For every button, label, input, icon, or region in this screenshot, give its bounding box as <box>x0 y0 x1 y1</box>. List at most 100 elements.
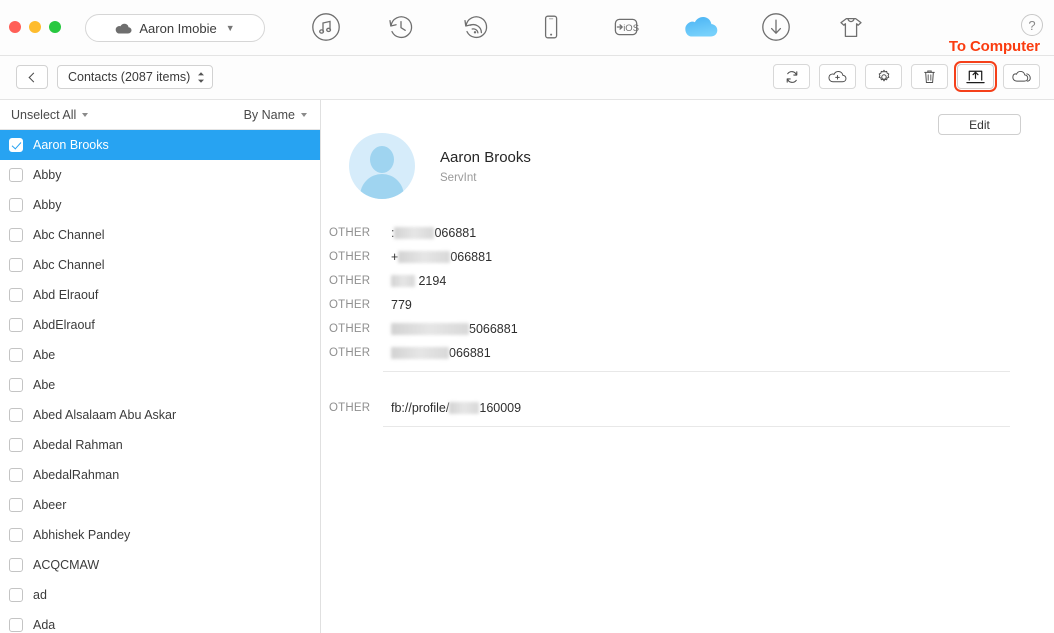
sort-dropdown[interactable]: By Name <box>244 108 307 122</box>
contact-checkbox[interactable] <box>9 378 23 392</box>
list-item[interactable]: Abe <box>0 370 320 400</box>
contact-checkbox[interactable] <box>9 498 23 512</box>
field-value-suffix: 160009 <box>479 401 522 415</box>
main-content: Unselect All By Name Aaron Brooks Abby Abb… <box>0 100 1054 633</box>
contact-name-label: Abeer <box>33 498 67 512</box>
list-item[interactable]: Abc Channel <box>0 250 320 280</box>
to-icloud-button[interactable] <box>1003 64 1040 89</box>
contact-checkbox[interactable] <box>9 408 23 422</box>
contact-checkbox[interactable] <box>9 138 23 152</box>
category-label: Contacts (2087 items) <box>68 70 191 84</box>
contact-name-label: Abed Alsalaam Abu Askar <box>33 408 177 422</box>
nav-tab-to-ios[interactable]: iOS <box>605 6 647 48</box>
list-item[interactable]: ACQCMAW <box>0 550 320 580</box>
list-item[interactable]: AbedalRahman <box>0 460 320 490</box>
edit-button[interactable]: Edit <box>938 114 1021 135</box>
contact-checkbox[interactable] <box>9 348 23 362</box>
cloud-icon <box>115 23 132 34</box>
nav-tab-download[interactable] <box>755 6 797 48</box>
contact-name: Aaron Brooks <box>440 148 531 166</box>
contact-checkbox[interactable] <box>9 198 23 212</box>
nav-tab-restore[interactable] <box>380 6 422 48</box>
contact-checkbox[interactable] <box>9 258 23 272</box>
contact-field-row: OTHER fb://profile/160009 <box>321 396 1054 420</box>
nav-tab-music[interactable] <box>305 6 347 48</box>
contact-field-value: +066881 <box>391 250 492 264</box>
list-item[interactable]: Abe <box>0 340 320 370</box>
contact-field-row: OTHER:066881 <box>321 221 1054 245</box>
list-item[interactable]: AbdElraouf <box>0 310 320 340</box>
account-selector[interactable]: Aaron Imobie ▼ <box>85 14 265 42</box>
add-to-cloud-button[interactable] <box>819 64 856 89</box>
contact-name-label: Abby <box>33 168 62 182</box>
contact-field-row: OTHER +066881 <box>321 245 1054 269</box>
contact-checkbox[interactable] <box>9 438 23 452</box>
list-item[interactable]: Abeer <box>0 490 320 520</box>
list-item[interactable]: Abby <box>0 160 320 190</box>
maximize-window-button[interactable] <box>49 21 61 33</box>
category-selector[interactable]: Contacts (2087 items) <box>57 65 214 89</box>
list-item[interactable]: Abd Elraouf <box>0 280 320 310</box>
contacts-list[interactable]: Aaron Brooks Abby Abby Abc Channel Abc Chann… <box>0 130 320 633</box>
nav-tab-airdrop[interactable] <box>455 6 497 48</box>
chevron-down-icon <box>301 112 307 117</box>
contact-checkbox[interactable] <box>9 468 23 482</box>
close-window-button[interactable] <box>9 21 21 33</box>
list-item[interactable]: ad <box>0 580 320 610</box>
list-item[interactable]: Abc Channel <box>0 220 320 250</box>
contact-name-label: Ada <box>33 618 56 632</box>
contact-checkbox[interactable] <box>9 288 23 302</box>
to-computer-button[interactable] <box>954 61 997 92</box>
list-item[interactable]: Abby <box>0 190 320 220</box>
list-item[interactable]: Abedal Rahman <box>0 430 320 460</box>
contact-checkbox[interactable] <box>9 228 23 242</box>
list-item[interactable]: Abed Alsalaam Abu Askar <box>0 400 320 430</box>
contact-name-label: Abd Elraouf <box>33 288 99 302</box>
settings-button[interactable] <box>865 64 902 89</box>
contact-checkbox[interactable] <box>9 528 23 542</box>
title-bar: Aaron Imobie ▼ iOS ? <box>0 0 1054 55</box>
contact-checkbox[interactable] <box>9 168 23 182</box>
unselect-all-dropdown[interactable]: Unselect All <box>11 108 89 122</box>
nav-tab-icloud[interactable] <box>680 6 722 48</box>
list-item[interactable]: Abhishek Pandey <box>0 520 320 550</box>
contact-checkbox[interactable] <box>9 318 23 332</box>
field-value-prefix: 779 <box>391 298 412 312</box>
nav-tab-device[interactable] <box>530 6 572 48</box>
chevron-left-icon <box>28 72 38 82</box>
contact-field-row: OTHER 5066881 <box>321 317 1054 341</box>
account-name: Aaron Imobie <box>139 20 217 36</box>
contact-name-label: ACQCMAW <box>33 558 100 572</box>
minimize-window-button[interactable] <box>29 21 41 33</box>
contact-checkbox[interactable] <box>9 588 23 602</box>
field-group-spacer <box>321 372 1054 396</box>
list-item[interactable]: Ada <box>0 610 320 633</box>
contact-checkbox[interactable] <box>9 618 23 632</box>
contact-identity: Aaron Brooks ServInt <box>440 149 531 184</box>
help-button[interactable]: ? <box>1021 14 1043 36</box>
field-value-prefix: + <box>391 250 399 264</box>
help-label: ? <box>1028 17 1036 33</box>
contact-name-label: AbedalRahman <box>33 468 120 482</box>
field-value-suffix: 066881 <box>450 250 493 264</box>
delete-button[interactable] <box>911 64 948 89</box>
refresh-button[interactable] <box>773 64 810 89</box>
contact-name-label: AbdElraouf <box>33 318 95 332</box>
contact-name-label: Abc Channel <box>33 258 105 272</box>
contact-field-value: 5066881 <box>391 322 518 336</box>
updown-chevrons-icon <box>197 71 205 84</box>
contact-name-label: Abc Channel <box>33 228 105 242</box>
contact-field-label: OTHER <box>329 227 371 239</box>
avatar <box>349 133 415 199</box>
nav-tab-toolkit[interactable] <box>830 6 872 48</box>
contact-field-label: OTHER <box>329 275 371 287</box>
redacted-value <box>391 275 415 287</box>
contact-field-value: fb://profile/160009 <box>391 401 521 415</box>
contact-name-label: Abby <box>33 198 62 212</box>
contact-name-label: Abe <box>33 378 56 392</box>
list-item[interactable]: Aaron Brooks <box>0 130 320 160</box>
sort-label: By Name <box>243 107 295 122</box>
contact-header: Aaron Brooks ServInt <box>349 133 531 199</box>
back-button[interactable] <box>16 65 48 89</box>
contact-checkbox[interactable] <box>9 558 23 572</box>
